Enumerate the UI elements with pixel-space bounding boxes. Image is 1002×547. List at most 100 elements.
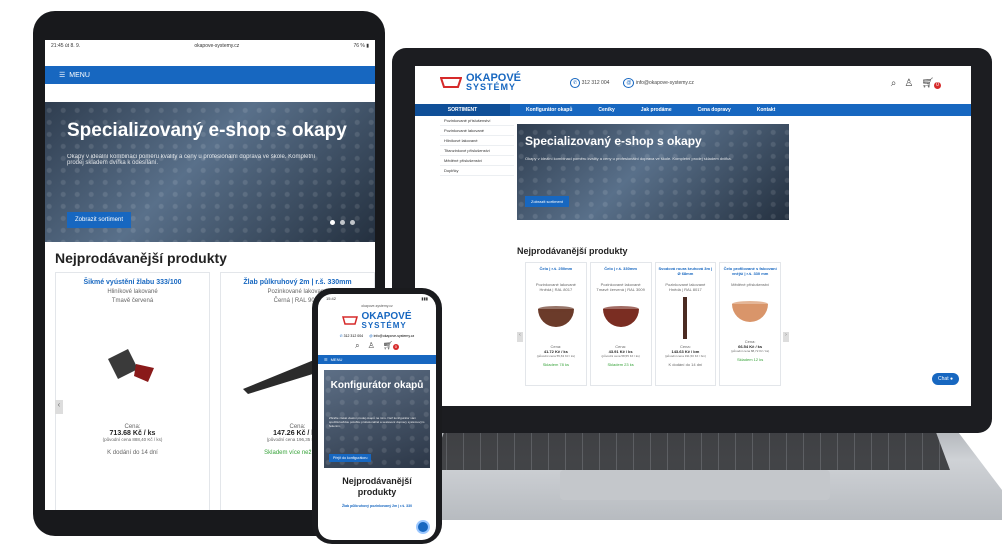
phone-logo-line2: SYSTÉMY — [361, 321, 407, 330]
tablet-hero-title: Specializovaný e-shop s okapy — [67, 120, 347, 141]
product-color: Tmavě červená | RAL 3009 — [596, 287, 645, 292]
hamburger-icon: ☰ — [324, 357, 328, 362]
phone-product-title[interactable]: Žlab půlkruhový pozinkovaný 2m | r.š. 33… — [318, 504, 436, 508]
sidebar-item-copper[interactable]: Měděné příslušenství — [440, 156, 514, 166]
search-icon[interactable]: ⌕ — [355, 341, 359, 351]
email-icon: @ — [623, 78, 635, 88]
nav-shipping[interactable]: Cena dopravy — [698, 107, 731, 113]
chat-icon: ● — [949, 376, 953, 382]
product-stock: K dodání do 14 dní — [668, 362, 703, 367]
product-original-price: (původní cena 58,55 Kč / ks) — [601, 354, 640, 358]
hero-text: Okapy v ideální kombinaci poměru kvality… — [525, 156, 732, 161]
contact-email[interactable]: @ info@okapove-systemy.cz — [623, 78, 694, 88]
product-title[interactable]: Svodová roura kruhová 3m | Ø 68mm — [658, 266, 714, 282]
phone-hero-title: Konfigurátor okapů — [330, 380, 424, 391]
sidebar-item-galvanized[interactable]: Pozinkované příslušenství — [440, 116, 514, 126]
product-card[interactable]: Čelo profilované s falcovaní vnější | r.… — [719, 262, 781, 386]
slider-dot[interactable] — [340, 220, 345, 225]
tablet-menu-label: MENU — [69, 71, 90, 79]
signal-icon: ▮▮▮ — [421, 296, 428, 301]
phone-icon: ✆ — [339, 334, 343, 338]
nav-configurator[interactable]: Konfigurátor okapů — [526, 107, 572, 113]
tablet-status-battery: 76 % ▮ — [353, 43, 369, 49]
phone-status-bar: 15:42 ▮▮▮ — [318, 294, 436, 304]
product-stock: Skladem 78 ks — [542, 362, 569, 367]
tablet-hero-button[interactable]: Zobrazit sortiment — [67, 212, 132, 228]
carousel-next-icon[interactable]: › — [783, 332, 789, 342]
tablet-section-title: Nejprodávanější produkty — [55, 250, 227, 266]
cart-icon[interactable]: 🛒︎ 0 — [921, 78, 941, 89]
product-title[interactable]: Čelo | r.š. 250mm — [528, 266, 584, 282]
phone-logo[interactable]: OKAPOVÉ SYSTÉMY — [318, 312, 436, 330]
phone-hero-text: Zbrafte získat vlastní prodej okapů na m… — [329, 416, 425, 428]
laptop-screen: OKAPOVÉ SYSTÉMY ✆ 312 312 004 @ info@oka… — [415, 66, 971, 406]
product-original-price: (původní cena 191,50 Kč / bm) — [664, 354, 706, 358]
category-sidebar: Pozinkované příslušenství Pozinkované la… — [440, 116, 514, 176]
product-title[interactable]: Šikmé vyústění žlabu 333/100 — [60, 279, 205, 286]
sidebar-item-titanzinc[interactable]: Titanzinkové příslušenství — [440, 146, 514, 156]
product-card[interactable]: Čelo | r.š. 330mm Pozinkované lakované Tma… — [589, 262, 652, 386]
phone-icon: ✆ — [570, 78, 581, 88]
hero-show-products-button[interactable]: Zobrazit sortiment — [525, 196, 570, 207]
phone-logo-line1: OKAPOVÉ — [361, 311, 412, 322]
product-original-price: (původní cena 88,72 Kč / ks) — [731, 349, 770, 353]
product-card[interactable]: Čelo | r.š. 250mm Pozinkované lakované Hně… — [525, 262, 587, 386]
product-image — [683, 297, 688, 339]
product-price: 713.68 Kč / ks — [109, 430, 156, 437]
nav-how-we-sell[interactable]: Jak prodáme — [641, 107, 672, 113]
product-image — [732, 301, 769, 322]
product-title[interactable]: Žlab půlkruhový 2m | r.š. 330mm — [225, 279, 370, 286]
phone-contact-email[interactable]: @ info@okapove-systemy.cz — [369, 334, 414, 338]
product-image — [602, 306, 639, 327]
logo-line2: SYSTÉMY — [466, 82, 517, 92]
phone-contact-phone[interactable]: ✆ 312 312 004 — [340, 334, 363, 338]
nav-contact[interactable]: Kontakt — [757, 107, 776, 113]
gutter-logo-icon — [440, 77, 462, 88]
sidebar-item-galvanized-painted[interactable]: Pozinkované lakované — [440, 126, 514, 136]
product-title[interactable]: Čelo | r.š. 330mm — [593, 266, 649, 282]
product-stock: Skladem 23 ks — [607, 362, 634, 367]
tablet-status-time: 21:45 út 8. 9. — [51, 43, 81, 49]
phone-menu-label: MENU — [330, 357, 343, 362]
phone-status-time: 15:42 — [326, 296, 337, 301]
nav-pricelists[interactable]: Ceníky — [598, 107, 614, 113]
laptop-trackpad — [560, 470, 830, 500]
nav-sortiment[interactable]: SORTIMENT — [415, 104, 510, 116]
chat-button[interactable]: Chat ● — [932, 373, 959, 385]
tablet-hero-banner: Specializovaný e-shop s okapy Okapy v id… — [45, 102, 375, 242]
laptop-keyboard — [430, 428, 950, 470]
product-carousel: ‹ › Čelo | r.š. 250mm Pozinkované lakovan… — [517, 262, 789, 386]
slider-dot[interactable] — [350, 220, 355, 225]
phone-hero-button[interactable]: Přejít do konfigurátoru — [329, 454, 372, 462]
cart-count-badge: 0 — [934, 82, 941, 89]
user-icon[interactable]: ♙ — [368, 341, 375, 351]
hero-slider-dots — [330, 220, 355, 225]
cart-icon[interactable]: 🛒︎ 0 — [383, 341, 399, 351]
hero-title: Specializovaný e-shop s okapy — [525, 134, 702, 148]
product-stock: Skladem 12 ks — [737, 357, 764, 362]
phone-chat-icon[interactable] — [416, 520, 430, 534]
product-stock: K dodání do 14 dní — [107, 450, 158, 456]
product-card[interactable]: Šikmé vyústění žlabu 333/100 Hliníkové la… — [55, 272, 210, 510]
phone-menu-bar[interactable]: ☰ MENU — [318, 355, 436, 364]
search-icon[interactable]: ⌕ — [891, 78, 897, 89]
phone-section-title: Nejprodávanější produkty — [342, 476, 412, 497]
tablet-status-bar: 21:45 út 8. 9. okapove-systemy.cz 76 % ▮ — [45, 40, 375, 52]
tablet-carousel-prev-icon[interactable]: ‹ — [55, 400, 63, 414]
carousel-prev-icon[interactable]: ‹ — [517, 332, 523, 342]
product-title[interactable]: Čelo profilované s falcovaní vnější | r.… — [722, 266, 778, 282]
phone-url: okapove-systemy.cz — [361, 304, 393, 308]
gutter-logo-icon — [342, 316, 359, 325]
sidebar-item-aluminum[interactable]: Hliníkové lakované — [440, 136, 514, 146]
tablet-menu-bar[interactable]: ☰ MENU — [45, 66, 375, 84]
laptop-hero-banner: Specializovaný e-shop s okapy Okapy v id… — [517, 124, 789, 220]
user-icon[interactable]: ♙ — [904, 78, 913, 89]
slider-dot[interactable] — [330, 220, 335, 225]
section-title: Nejprodávanější produkty — [517, 246, 628, 256]
phone-screen: 15:42 ▮▮▮ okapove-systemy.cz OKAPOVÉ SYS… — [318, 294, 436, 540]
sidebar-item-accessories[interactable]: Doplňky — [440, 166, 514, 176]
site-logo[interactable]: OKAPOVÉ SYSTÉMY — [440, 73, 521, 92]
product-card[interactable]: Svodová roura kruhová 3m | Ø 68mm Pozinko… — [654, 262, 717, 386]
email-icon: @ — [369, 334, 373, 338]
contact-phone[interactable]: ✆ 312 312 004 — [570, 78, 609, 88]
